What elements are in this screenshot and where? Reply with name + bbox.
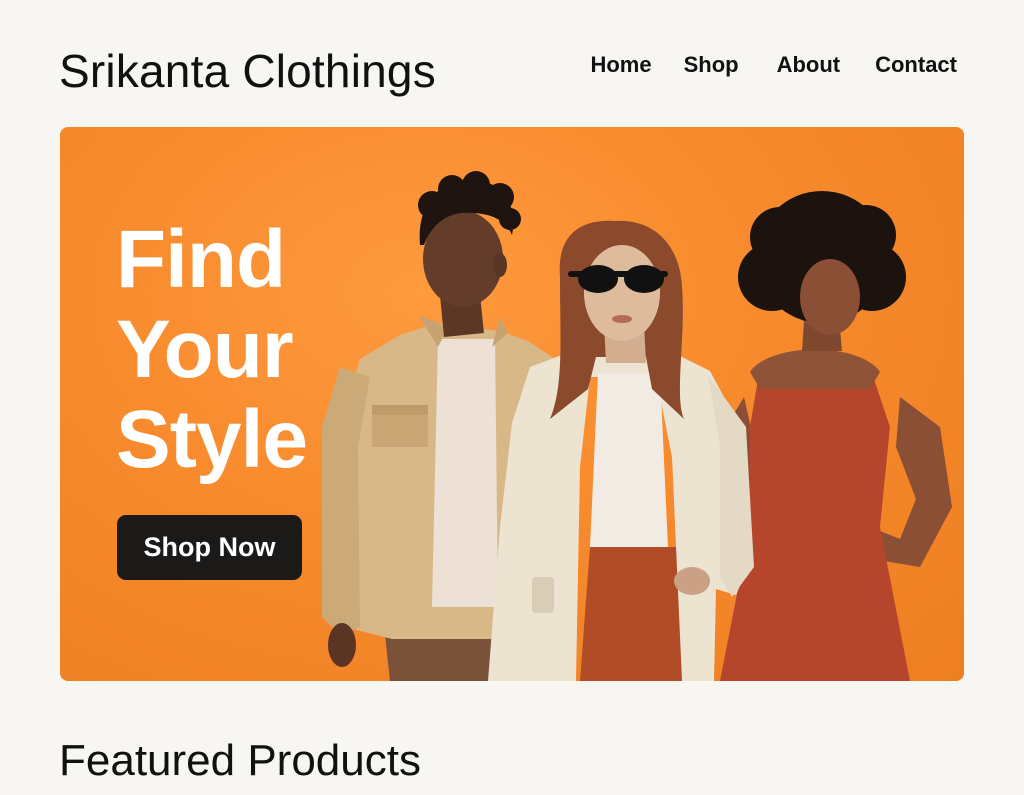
brand-logo[interactable]: Srikanta Clothings: [59, 44, 436, 98]
hero-title-line-3: Style: [116, 394, 308, 485]
nav-home-link[interactable]: Home: [590, 52, 651, 78]
model-woman-center: [488, 220, 754, 681]
hero-title-line-1: Find: [116, 214, 286, 305]
shop-now-button[interactable]: Shop Now: [117, 515, 302, 580]
hero-banner: Find Your Style Shop Now: [60, 127, 964, 681]
main-nav: Home Shop About Contact: [590, 52, 957, 78]
page: Srikanta Clothings Home Shop About Conta…: [0, 0, 1024, 795]
model-woman-right: [720, 191, 952, 681]
featured-products-heading: Featured Products: [59, 736, 421, 785]
nav-shop-link[interactable]: Shop: [684, 52, 739, 78]
hero-title-line-2: Your: [116, 304, 294, 395]
hero-title: Find Your Style: [116, 214, 308, 485]
site-header: Srikanta Clothings Home Shop About Conta…: [59, 40, 957, 100]
nav-about-link[interactable]: About: [777, 52, 841, 78]
nav-contact-link[interactable]: Contact: [875, 52, 957, 78]
